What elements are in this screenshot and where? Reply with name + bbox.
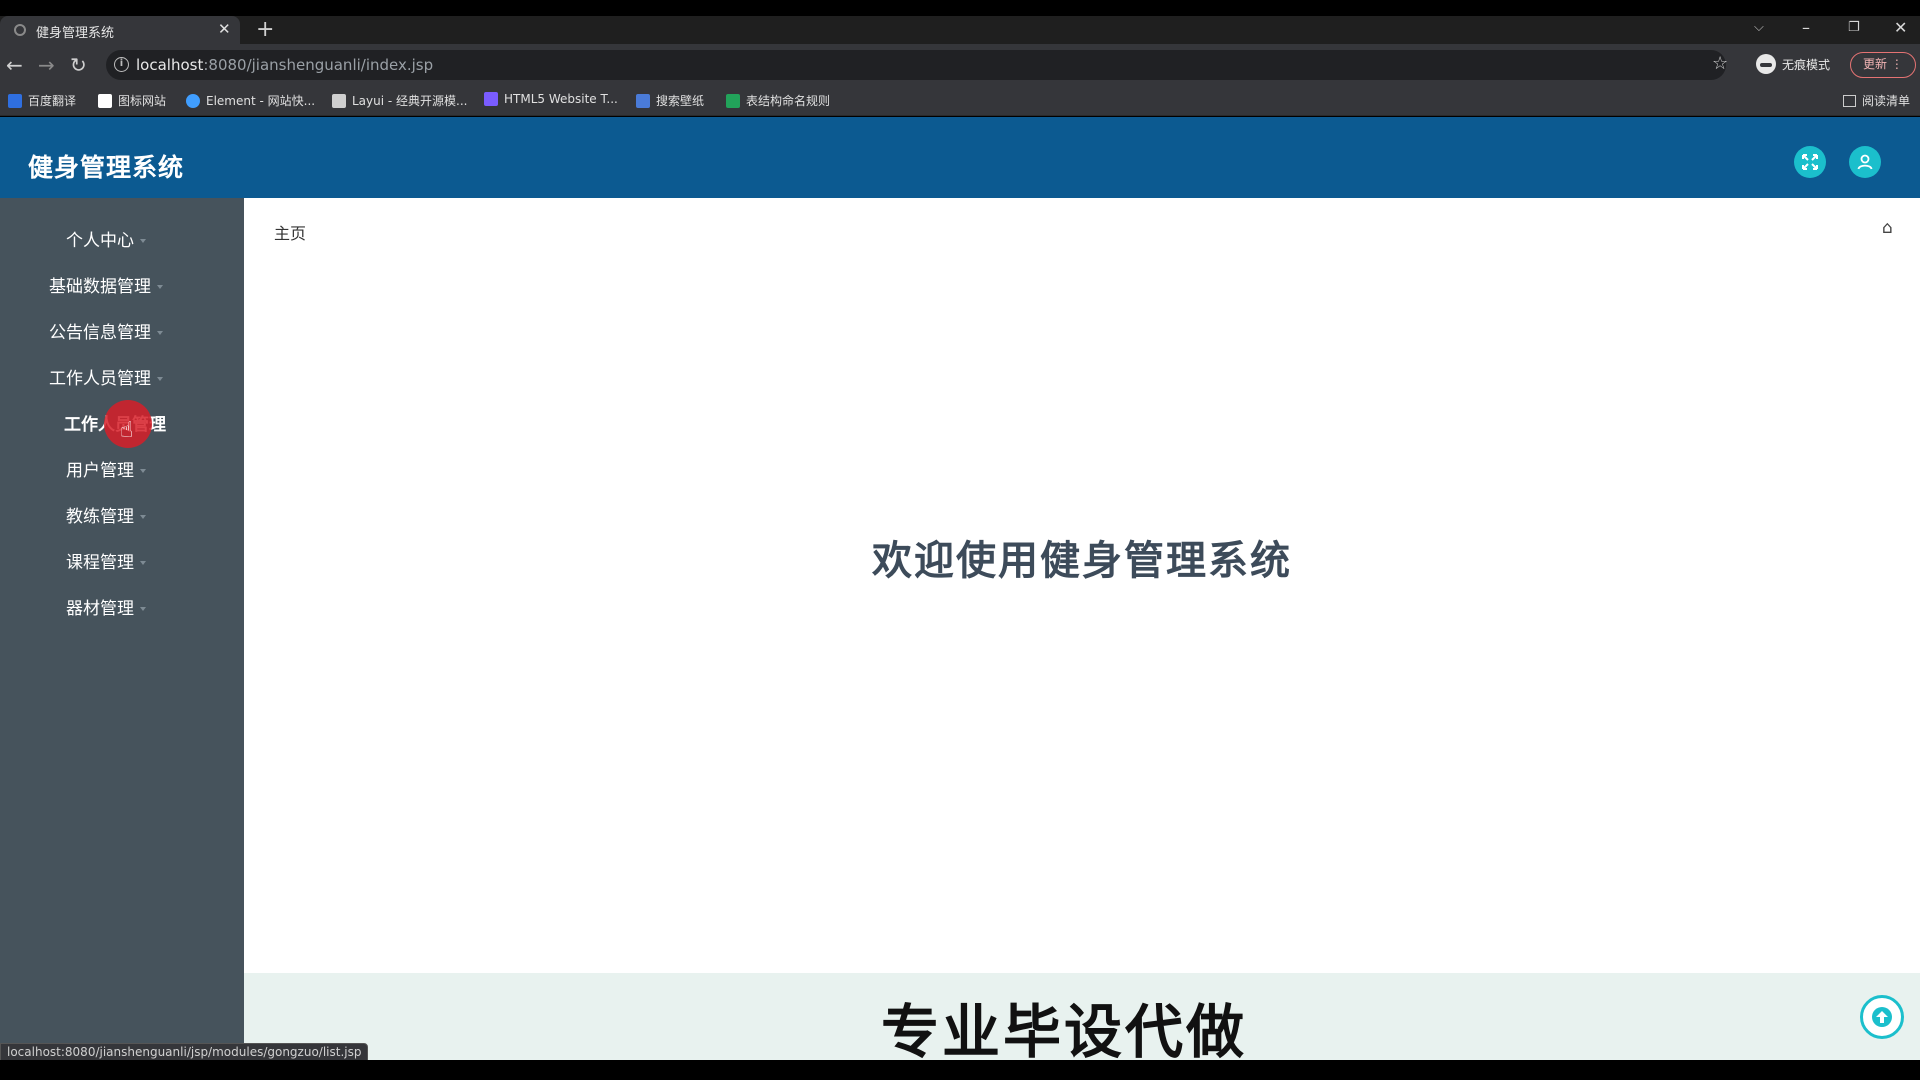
- caret-down-icon: [157, 331, 163, 335]
- sidebar-item-users[interactable]: 用户管理: [0, 456, 212, 481]
- tab-title: 健身管理系统: [36, 26, 115, 41]
- caret-down-icon: [140, 239, 146, 243]
- app-root: 健身管理系统 个人中心 基础数据管理 公告信息管理 工作人员管理 工作人员管理 …: [0, 117, 1920, 1066]
- forward-icon[interactable]: →: [38, 53, 55, 77]
- caret-down-icon: [157, 285, 163, 289]
- welcome-heading: 欢迎使用健身管理系统: [872, 538, 1292, 584]
- bookmark-item[interactable]: 搜索壁纸: [636, 92, 704, 109]
- bookmarks-bar: 百度翻译 图标网站 Element - 网站快... Layui - 经典开源模…: [0, 86, 1920, 116]
- home-icon[interactable]: ⌂: [1882, 218, 1893, 238]
- browser-toolbar: ← → ↻ i localhost:8080/jianshenguanli/in…: [0, 44, 1920, 86]
- caret-down-icon: [140, 515, 146, 519]
- url-text: localhost:8080/jianshenguanli/index.jsp: [136, 56, 434, 74]
- fullscreen-button[interactable]: [1794, 146, 1826, 178]
- bottom-edge: [0, 1060, 1920, 1080]
- back-to-top-button[interactable]: [1860, 995, 1904, 1039]
- bookmark-item[interactable]: Layui - 经典开源模...: [332, 92, 467, 109]
- reload-icon[interactable]: ↻: [70, 53, 87, 77]
- sidebar-item-basic-data[interactable]: 基础数据管理: [0, 272, 212, 297]
- caret-down-icon: [157, 377, 163, 381]
- tab-favicon-icon: [14, 24, 26, 36]
- close-icon[interactable]: ✕: [218, 20, 231, 38]
- sidebar-item-announcements[interactable]: 公告信息管理: [0, 318, 212, 343]
- caret-down-icon: [140, 607, 146, 611]
- app-header: 健身管理系统: [0, 117, 1920, 198]
- arrow-up-icon: [1872, 1007, 1892, 1027]
- sidebar-item-staff[interactable]: 工作人员管理: [0, 364, 212, 389]
- restore-icon[interactable]: ❐: [1848, 20, 1860, 35]
- user-menu-button[interactable]: [1849, 146, 1881, 178]
- bookmark-item[interactable]: HTML5 Website T...: [484, 92, 618, 106]
- footer-banner: 专业毕设代做: [880, 998, 1247, 1066]
- flag-icon: [98, 93, 112, 108]
- reading-list-icon: [1842, 94, 1856, 107]
- incognito-icon: [1756, 54, 1776, 74]
- bookmark-favicon-icon: [484, 92, 498, 106]
- bookmark-item[interactable]: Element - 网站快...: [186, 92, 315, 109]
- breadcrumb[interactable]: 主页: [274, 220, 306, 244]
- status-bar-url: localhost:8080/jianshenguanli/jsp/module…: [0, 1043, 369, 1061]
- bookmark-item[interactable]: 表结构命名规则: [726, 92, 830, 109]
- sidebar-item-personal-center[interactable]: 个人中心: [0, 226, 212, 251]
- bookmark-favicon-icon: [186, 93, 200, 108]
- address-bar[interactable]: i localhost:8080/jianshenguanli/index.js…: [106, 50, 1726, 80]
- chevron-down-icon[interactable]: ⌵: [1754, 20, 1764, 35]
- info-icon[interactable]: i: [114, 57, 129, 72]
- incognito-indicator[interactable]: 无痕模式: [1756, 54, 1830, 74]
- caret-down-icon: [140, 469, 146, 473]
- browser-tab[interactable]: 健身管理系统 ✕: [0, 16, 240, 44]
- update-button[interactable]: 更新 ⋮: [1850, 52, 1916, 78]
- hand-cursor-icon: ☝: [120, 418, 134, 443]
- browser-tabstrip: 健身管理系统 ✕ + ⌵ – ❐ ✕: [0, 16, 1920, 44]
- bookmark-favicon-icon: [636, 93, 650, 108]
- app-title: 健身管理系统: [28, 153, 185, 182]
- new-tab-icon[interactable]: +: [256, 17, 274, 42]
- sidebar: 个人中心 基础数据管理 公告信息管理 工作人员管理 工作人员管理 用户管理 教练…: [0, 198, 244, 1060]
- footer-band: 专业毕设代做: [244, 973, 1920, 1066]
- bookmark-star-icon[interactable]: ☆: [1712, 53, 1728, 74]
- minimize-icon[interactable]: –: [1802, 18, 1810, 37]
- user-icon: [1857, 154, 1873, 170]
- bookmark-favicon-icon: [332, 93, 346, 108]
- sidebar-item-courses[interactable]: 课程管理: [0, 548, 212, 573]
- screen: 健身管理系统 ✕ + ⌵ – ❐ ✕ ← → ↻ i localhost:808…: [0, 0, 1920, 1080]
- bookmark-favicon-icon: [8, 93, 22, 108]
- bookmark-favicon-icon: [726, 93, 740, 108]
- bookmark-item[interactable]: 百度翻译: [8, 92, 76, 109]
- caret-down-icon: [140, 561, 146, 565]
- bookmark-item[interactable]: 图标网站: [98, 92, 166, 109]
- reading-list-button[interactable]: 阅读清单: [1842, 92, 1910, 109]
- window-close-icon[interactable]: ✕: [1894, 18, 1907, 37]
- back-icon[interactable]: ←: [6, 53, 23, 77]
- expand-icon: [1802, 154, 1818, 170]
- sidebar-item-coaches[interactable]: 教练管理: [0, 502, 212, 527]
- main-content: 主页 ⌂ 欢迎使用健身管理系统 专业毕设代做: [244, 198, 1920, 1066]
- sidebar-item-equipment[interactable]: 器材管理: [0, 594, 212, 619]
